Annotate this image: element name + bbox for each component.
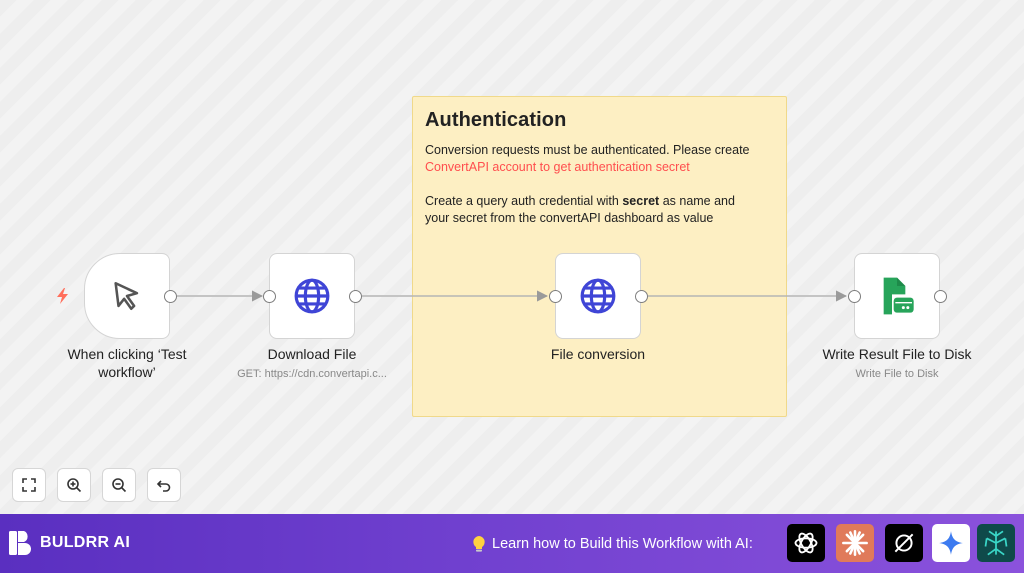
node-file-conversion-label: File conversion — [550, 346, 646, 362]
fit-view-button[interactable] — [12, 468, 46, 502]
node-write-file[interactable] — [854, 253, 940, 339]
globe-icon — [294, 278, 330, 314]
undo-button[interactable] — [147, 468, 181, 502]
fit-view-icon — [22, 478, 36, 492]
cursor-icon — [114, 281, 139, 311]
node-download-file-label: Download File — [267, 346, 357, 362]
learn-prompt: Learn how to Build this Workflow with AI… — [472, 535, 753, 553]
zoom-in-icon — [67, 478, 82, 493]
node-write-file-label: Write Result File to Disk — [822, 346, 972, 362]
node-manual-trigger-label: When clicking ‘Test workflow’ — [67, 346, 187, 380]
perplexity-icon — [894, 533, 914, 553]
trigger-bolt-icon — [57, 288, 68, 304]
lightbulb-icon — [473, 536, 485, 552]
deepseek-button[interactable] — [977, 524, 1015, 562]
chatgpt-button[interactable] — [787, 524, 825, 562]
node-write-file-output-port[interactable] — [934, 290, 947, 303]
claude-button[interactable] — [836, 524, 874, 562]
learn-text: Learn how to Build this Workflow with AI… — [492, 536, 753, 552]
node-file-conversion[interactable] — [555, 253, 641, 339]
node-download-file-sublabel: GET: https://cdn.convertapi.c... — [237, 368, 387, 380]
node-download-file[interactable] — [269, 253, 355, 339]
node-manual-trigger[interactable] — [84, 253, 170, 339]
node-file-conversion-input-port[interactable] — [549, 290, 562, 303]
brand[interactable]: BULDRR AI — [8, 530, 130, 556]
undo-icon — [156, 480, 171, 492]
zoom-out-icon — [112, 478, 127, 493]
chatgpt-icon — [794, 532, 818, 554]
zoom-in-button[interactable] — [57, 468, 91, 502]
node-download-file-input-port[interactable] — [263, 290, 276, 303]
node-write-file-input-port[interactable] — [848, 290, 861, 303]
file-disk-icon — [883, 277, 914, 315]
perplexity-button[interactable] — [885, 524, 923, 562]
node-file-conversion-output-port[interactable] — [635, 290, 648, 303]
workflow-canvas[interactable]: Authentication Conversion requests must … — [0, 0, 1024, 514]
zoom-out-button[interactable] — [102, 468, 136, 502]
buldrr-logo-icon — [9, 531, 31, 555]
node-manual-trigger-output-port[interactable] — [164, 290, 177, 303]
gemini-icon — [939, 531, 963, 555]
globe-icon — [580, 278, 616, 314]
node-write-file-sublabel: Write File to Disk — [855, 368, 939, 380]
claude-icon — [842, 530, 868, 556]
brand-name: BULDRR AI — [40, 534, 131, 551]
deepseek-icon — [984, 530, 1008, 556]
node-download-file-output-port[interactable] — [349, 290, 362, 303]
gemini-button[interactable] — [932, 524, 970, 562]
footer-bar: BULDRR AI Learn how to Build this Workfl… — [0, 514, 1024, 573]
